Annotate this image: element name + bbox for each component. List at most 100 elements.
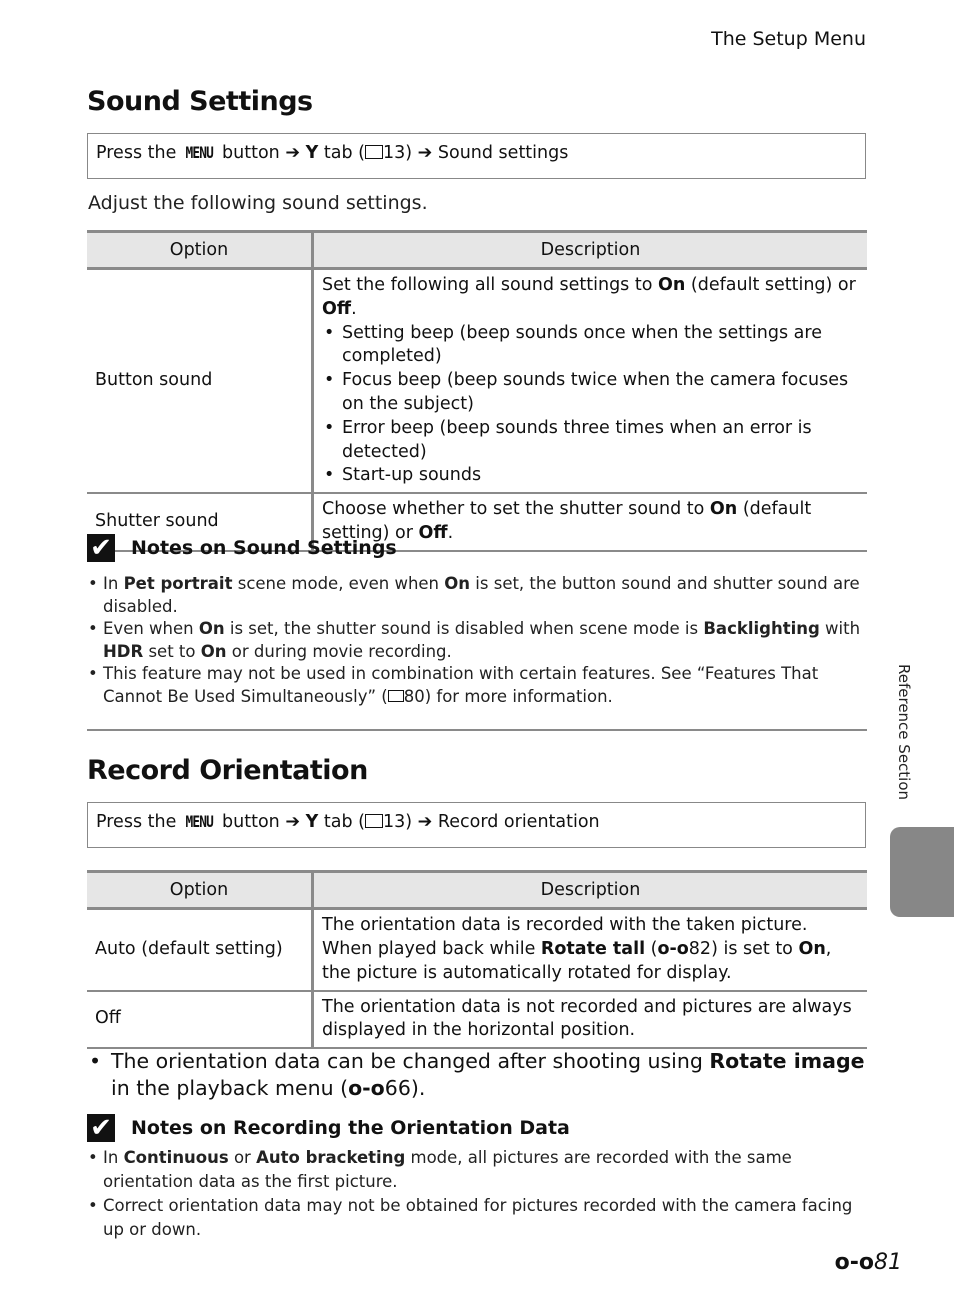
orientation-notes-list: In Continuous or Auto bracketing mode, a… <box>87 1146 867 1242</box>
sound-settings-title: Sound Settings <box>87 86 313 117</box>
column-header-description: Description <box>312 230 867 270</box>
path-tab: tab ( <box>323 812 365 832</box>
table-row: Button sound Set the following all sound… <box>87 268 867 495</box>
note-text: or <box>228 1148 257 1167</box>
book-icon <box>364 814 383 828</box>
book-icon <box>387 689 404 702</box>
table-row: Auto (default setting) The orientation d… <box>87 908 867 992</box>
note-text: Correct orientation data may not be obta… <box>103 1196 853 1239</box>
note-bold: HDR <box>103 641 144 661</box>
menu-button-label: MENU <box>185 812 213 831</box>
note-bold: Continuous <box>123 1148 229 1167</box>
section-header: The Setup Menu <box>711 28 866 50</box>
list-item: Focus beep (beep sounds twice when the c… <box>324 369 859 417</box>
wrench-icon: Y <box>305 143 319 163</box>
desc-text: ) is set to <box>711 938 799 959</box>
record-orientation-table: Option Description Auto (default setting… <box>87 870 867 1050</box>
sound-settings-menu-path: Press the MENU button ➔ Y tab (13) ➔ Sou… <box>87 133 866 179</box>
path-destination: Record orientation <box>437 812 600 832</box>
arrow-right-icon: ➔ <box>417 143 433 163</box>
desc-bold: Off <box>418 523 448 544</box>
note-text: ) for more information. <box>424 686 613 706</box>
note-text: In <box>103 574 124 593</box>
note-bold: Auto bracketing <box>256 1148 406 1167</box>
arrow-right-icon: ➔ <box>285 812 301 832</box>
desc-text: . <box>351 298 357 319</box>
orientation-bullet: The orientation data can be changed afte… <box>87 1048 867 1102</box>
description-cell: The orientation data is recorded with th… <box>312 908 867 992</box>
record-orientation-title: Record Orientation <box>87 755 368 786</box>
page-ref: 13) <box>382 812 413 832</box>
section-divider <box>87 729 867 731</box>
desc-text: Set the following all sound settings to <box>322 275 658 295</box>
section-tab <box>890 827 954 917</box>
book-icon <box>364 145 383 159</box>
path-prefix: Press the <box>96 812 177 832</box>
list-item: This feature may not be used in combinat… <box>87 663 867 708</box>
bullet-text: ). <box>410 1076 426 1100</box>
note-text: with <box>819 619 861 638</box>
path-tab: tab ( <box>323 143 365 163</box>
binoculars-icon: o-o <box>834 1250 874 1275</box>
desc-text: Choose whether to set the shutter sound … <box>322 499 710 520</box>
path-button-word: button <box>222 143 280 163</box>
page-ref: 80 <box>403 686 425 706</box>
desc-bold: Off <box>322 298 352 319</box>
page-number-text: 81 <box>874 1250 902 1275</box>
desc-bold: Rotate tall <box>540 938 646 959</box>
desc-text: ( <box>645 938 658 959</box>
sound-notes-list: In Pet portrait scene mode, even when On… <box>87 573 867 708</box>
column-header-option: Option <box>87 230 314 270</box>
description-cell: The orientation data is not recorded and… <box>312 990 867 1050</box>
desc-text: . <box>447 523 454 544</box>
desc-text: (default setting) or <box>685 275 856 295</box>
note-text: Even when <box>103 619 199 638</box>
option-cell: Auto (default setting) <box>87 908 314 992</box>
note-bold: Pet portrait <box>123 574 233 593</box>
note-text: In <box>103 1148 124 1167</box>
bullet-text: The orientation data can be changed afte… <box>111 1049 710 1073</box>
list-item: In Pet portrait scene mode, even when On… <box>87 573 867 618</box>
notes-heading: ✔ Notes on Recording the Orientation Dat… <box>87 1114 570 1142</box>
desc-bold: On <box>658 275 686 295</box>
check-icon: ✔ <box>87 1114 115 1142</box>
notes-title-text: Notes on Sound Settings <box>131 537 397 559</box>
list-item: Error beep (beep sounds three times when… <box>324 417 859 465</box>
note-bold: On <box>444 574 471 593</box>
list-item: Setting beep (beep sounds once when the … <box>324 322 859 370</box>
path-button-word: button <box>222 812 280 832</box>
binoculars-icon: o-o <box>348 1076 385 1100</box>
page-number: o-o81 <box>835 1250 902 1275</box>
arrow-right-icon: ➔ <box>417 812 433 832</box>
notes-title-text: Notes on Recording the Orientation Data <box>131 1117 570 1139</box>
page-ref: 13) <box>382 143 413 163</box>
desc-bold: On <box>798 938 826 959</box>
note-text: set to <box>143 641 201 661</box>
option-cell: Off <box>87 990 314 1050</box>
option-cell: Button sound <box>87 268 314 495</box>
path-destination: Sound settings <box>437 143 569 163</box>
page-ref: 82 <box>688 938 712 959</box>
note-text: is set, the shutter sound is disabled wh… <box>224 619 704 638</box>
page-ref: 66 <box>384 1076 411 1100</box>
sound-settings-table: Option Description Button sound Set the … <box>87 230 867 553</box>
list-item: In Continuous or Auto bracketing mode, a… <box>87 1146 867 1194</box>
table-row: Off The orientation data is not recorded… <box>87 990 867 1050</box>
description-cell: Set the following all sound settings to … <box>312 268 867 495</box>
list-item: Correct orientation data may not be obta… <box>87 1194 867 1242</box>
note-bold: On <box>200 641 227 661</box>
list-item: Even when On is set, the shutter sound i… <box>87 618 867 663</box>
note-text: or during movie recording. <box>226 641 452 661</box>
record-orientation-menu-path: Press the MENU button ➔ Y tab ( 13) ➔ Rec… <box>87 802 866 848</box>
list-item: Start-up sounds <box>324 464 859 488</box>
reference-section-label: Reference Section <box>895 664 913 801</box>
note-bold: On <box>198 619 225 638</box>
bullet-bold: Rotate image <box>709 1049 865 1073</box>
notes-heading: ✔ Notes on Sound Settings <box>87 534 397 562</box>
note-bold: Backlighting <box>703 619 820 638</box>
column-header-description: Description <box>312 870 867 910</box>
wrench-icon: Y <box>305 812 319 832</box>
desc-bold: On <box>709 499 738 520</box>
binoculars-icon: o-o <box>657 938 689 959</box>
arrow-right-icon: ➔ <box>285 143 301 163</box>
